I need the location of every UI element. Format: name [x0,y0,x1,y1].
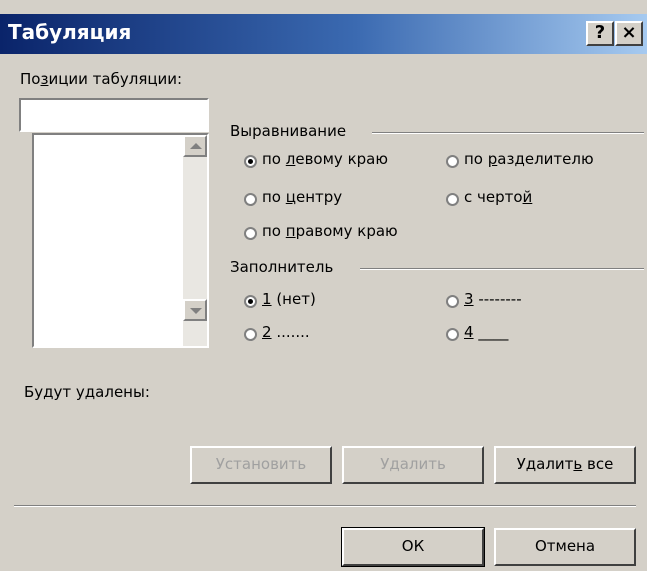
label-part: азделителю [497,150,594,168]
close-button[interactable]: × [615,21,643,46]
label-part: По [20,70,41,88]
label-part: Удалит [516,455,574,473]
align-left-label: по левому краю [262,150,388,168]
align-bar-radio[interactable] [446,193,459,206]
label-part: ____ [473,323,509,341]
separator [14,505,636,507]
label-accel: 2 [262,323,272,341]
label-accel: й [522,188,533,206]
label-accel: л [285,150,296,168]
align-left-radio[interactable] [244,155,257,168]
alignment-group-line [372,132,644,134]
align-right-label: по правому краю [262,222,398,240]
label-part: по [262,222,286,240]
label-accel: ц [285,188,296,206]
label-accel: 3 [464,290,474,308]
label-accel: ь [573,455,583,473]
align-center-label: по центру [262,188,342,206]
align-right-radio[interactable] [244,227,257,240]
delete-button[interactable]: Удалить [342,446,484,484]
title-bar[interactable]: Табуляция ? × [0,14,647,54]
leader-underline-radio[interactable] [446,328,459,341]
leader-group-line [360,268,644,270]
align-decimal-radio[interactable] [446,155,459,168]
list-scrollbar[interactable] [183,135,207,346]
leader-dot-label: 2 ....... [262,323,310,341]
tab-positions-label: Позиции табуляции: [20,70,182,88]
label-part: -------- [473,290,522,308]
label-accel: 1 [262,290,272,308]
cancel-button[interactable]: Отмена [494,528,636,566]
arrow-up-icon [190,143,202,149]
deleted-label: Будут удалены: [24,383,150,401]
label-part: евому краю [295,150,388,168]
scroll-up-button[interactable] [183,135,207,157]
set-button[interactable]: Установить [190,446,332,484]
leader-underline-label: 4 ____ [464,323,508,341]
leader-dash-label: 3 -------- [464,290,522,308]
leader-dash-radio[interactable] [446,295,459,308]
tab-position-input[interactable] [19,98,209,132]
leader-none-label: 1 (нет) [262,290,316,308]
label-part: все [582,455,614,473]
tabs-dialog: Табуляция ? × Позиции табуляции: Выравни… [0,0,647,571]
label-part: равому краю [295,222,398,240]
label-part: иции табуляции: [48,70,183,88]
leader-dot-radio[interactable] [244,328,257,341]
leader-legend: Заполнитель [230,258,334,276]
align-bar-label: с чертой [464,188,532,206]
arrow-down-icon [190,308,202,314]
label-part: по [464,150,488,168]
alignment-legend: Выравнивание [230,122,347,140]
label-part: (нет) [271,290,316,308]
ok-button[interactable]: ОК [341,527,485,567]
label-part: по [262,150,286,168]
delete-all-button[interactable]: Удалить все [494,446,636,484]
dialog-title: Табуляция [8,20,132,44]
align-center-radio[interactable] [244,193,257,206]
help-button[interactable]: ? [586,21,614,46]
label-part: ....... [271,323,310,341]
label-accel: п [285,222,296,240]
label-accel: 4 [464,323,474,341]
leader-none-radio[interactable] [244,295,257,308]
scroll-down-button[interactable] [183,299,207,321]
align-decimal-label: по разделителю [464,150,594,168]
label-accel: р [487,150,498,168]
label-part: с черто [464,188,523,206]
tab-positions-list[interactable] [32,133,209,348]
label-part: по [262,188,286,206]
label-part: ентру [295,188,343,206]
